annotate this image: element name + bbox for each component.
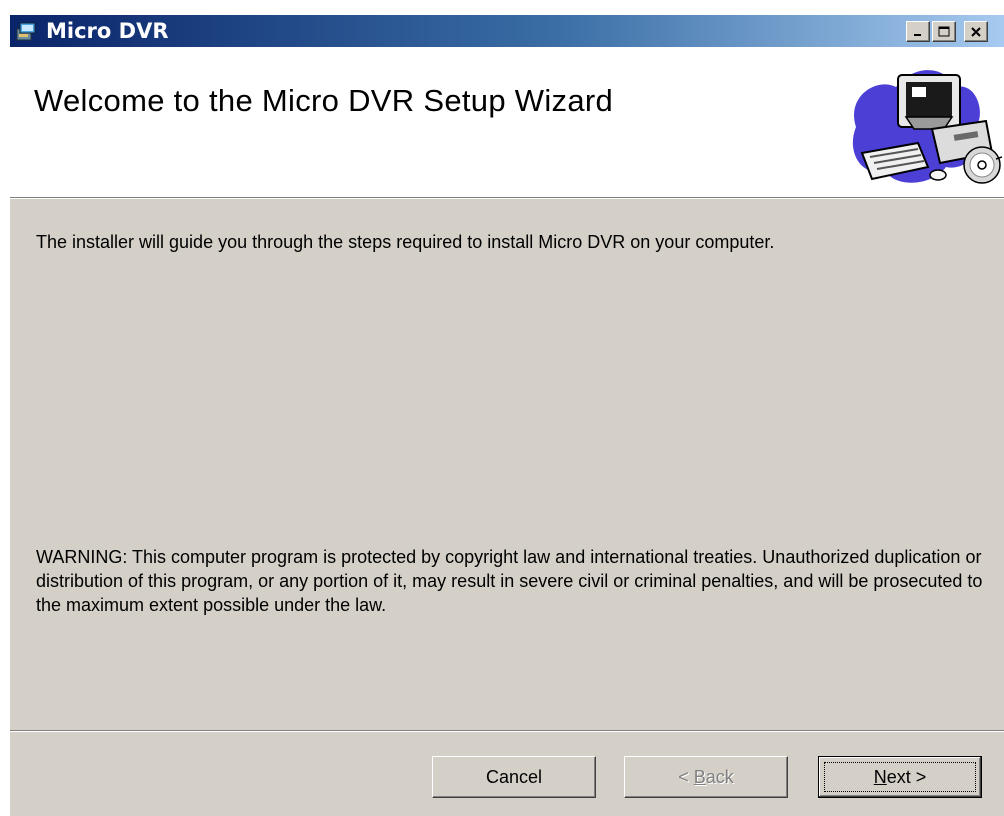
- minimize-icon: [914, 33, 921, 36]
- footer-divider: [10, 730, 1004, 732]
- cancel-button[interactable]: Cancel: [432, 756, 596, 798]
- computer-cd-icon: [852, 70, 1002, 184]
- maximize-icon: [938, 26, 950, 36]
- back-button: < Back: [624, 756, 788, 798]
- next-button[interactable]: Next >: [818, 756, 982, 798]
- back-button-label: ack: [705, 766, 734, 787]
- back-button-prefix: <: [678, 766, 694, 787]
- cancel-button-label: Cancel: [485, 766, 543, 787]
- maximize-button[interactable]: [932, 21, 956, 42]
- window-title: Micro DVR: [46, 19, 169, 43]
- back-accel-key: B: [693, 766, 706, 787]
- focus-indicator: [824, 762, 976, 792]
- close-icon: [971, 26, 981, 37]
- copyright-warning: WARNING: This computer program is protec…: [36, 547, 983, 615]
- intro-text: The installer will guide you through the…: [36, 232, 775, 252]
- installer-icon: [16, 22, 36, 41]
- close-button[interactable]: [964, 21, 988, 42]
- title-bar[interactable]: Micro DVR: [10, 15, 1004, 47]
- wizard-header: Welcome to the Micro DVR Setup Wizard: [10, 47, 1004, 198]
- page-title: Welcome to the Micro DVR Setup Wizard: [34, 83, 614, 118]
- setup-wizard-window: Micro DVR Welcome to the Micro DVR Setup…: [8, 13, 1004, 816]
- minimize-button[interactable]: [906, 21, 930, 42]
